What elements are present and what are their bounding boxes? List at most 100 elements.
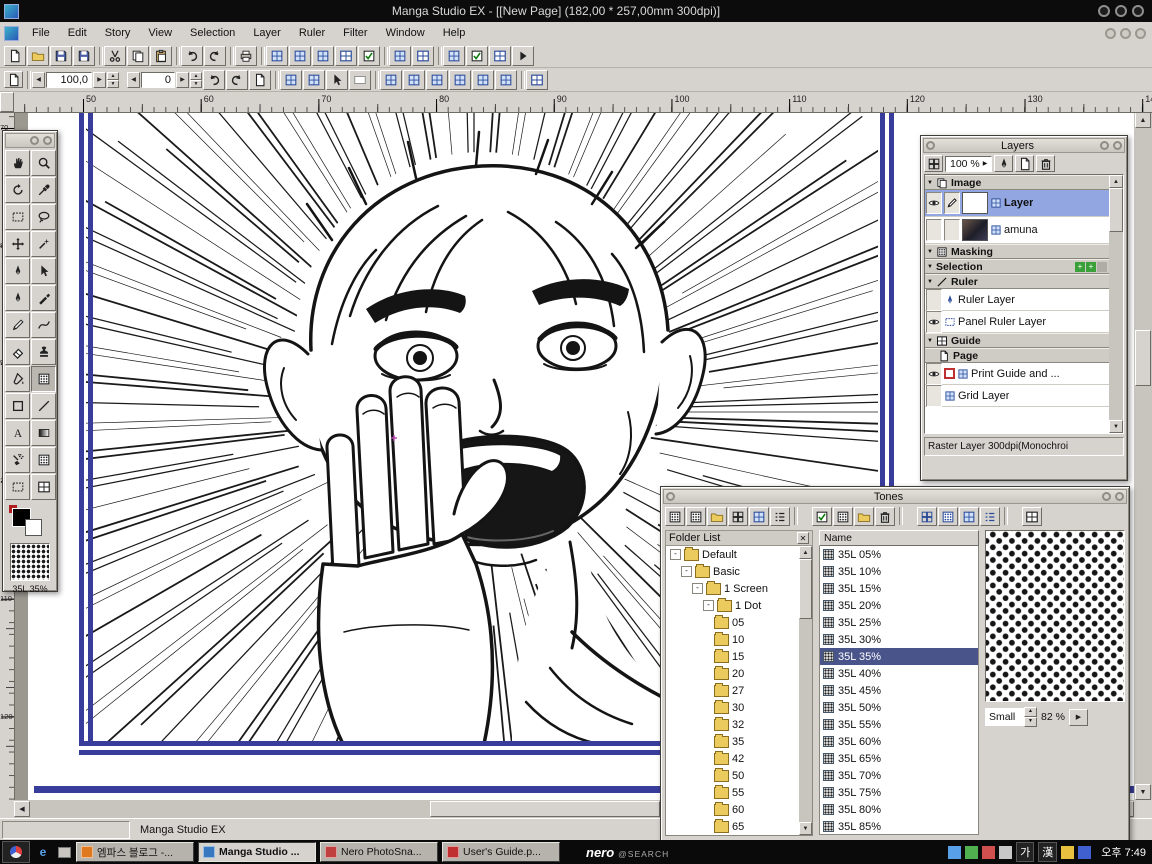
tree-node-default[interactable]: -Default: [666, 546, 799, 563]
marker[interactable]: [31, 285, 56, 311]
add-selection-icon[interactable]: +: [1075, 262, 1085, 272]
palette-menu-dot[interactable]: [926, 141, 935, 150]
snap-perspective[interactable]: [495, 70, 517, 90]
workspace[interactable]: [489, 46, 511, 66]
view-large[interactable]: [959, 507, 979, 526]
cut[interactable]: [104, 46, 126, 66]
vertical-scrollbar[interactable]: ▲ ▼: [1134, 112, 1152, 800]
actual-size[interactable]: [303, 70, 325, 90]
pattern-mode[interactable]: [686, 507, 706, 526]
rotate-canvas[interactable]: [5, 177, 30, 203]
selection-pen[interactable]: [5, 258, 30, 284]
minimize-button[interactable]: [1098, 5, 1110, 17]
undo[interactable]: [181, 46, 203, 66]
up-one-level[interactable]: [707, 507, 727, 526]
current-tone-swatch[interactable]: [10, 543, 50, 581]
page-check[interactable]: [358, 46, 380, 66]
menu-item[interactable]: Story: [96, 24, 140, 42]
layer-row-grid-layer[interactable]: Grid Layer: [925, 385, 1109, 407]
snap-tone[interactable]: [426, 70, 448, 90]
zoom-field[interactable]: 100,0: [46, 72, 92, 88]
tone-item[interactable]: 35L 55%: [820, 716, 978, 733]
tone-folder[interactable]: 27: [666, 682, 799, 699]
eyedropper[interactable]: [31, 177, 56, 203]
menu-item[interactable]: Help: [434, 24, 475, 42]
marquee[interactable]: [5, 204, 30, 230]
move[interactable]: [5, 231, 30, 257]
layer-section-ruler[interactable]: ▼Ruler: [925, 274, 1109, 289]
horizontal-ruler[interactable]: 5060708090100110120130140: [0, 92, 1152, 113]
tone-item[interactable]: 35L 75%: [820, 784, 978, 801]
palette-menu-dot[interactable]: [666, 492, 675, 501]
materials-palette[interactable]: [389, 46, 411, 66]
rotate-right-arrow[interactable]: ▶: [176, 72, 189, 88]
tone-item[interactable]: 35L 30%: [820, 631, 978, 648]
layers-scrollbar[interactable]: ▲ ▼: [1109, 175, 1123, 433]
zoom[interactable]: [31, 150, 56, 176]
tone-folder[interactable]: 65: [666, 818, 799, 835]
tone-item[interactable]: 35L 10%: [820, 563, 978, 580]
view-detail[interactable]: [980, 507, 1000, 526]
page-nav-button[interactable]: [4, 71, 23, 88]
vertical-scroll-thumb[interactable]: [1135, 330, 1151, 386]
story-editor[interactable]: [266, 46, 288, 66]
delete-layer-button[interactable]: [1036, 155, 1055, 172]
menu-item[interactable]: Window: [377, 24, 434, 42]
view-small[interactable]: [917, 507, 937, 526]
menu-item[interactable]: Ruler: [290, 24, 334, 42]
taskbar-clock[interactable]: 오후 7:49: [1101, 844, 1146, 860]
taskbar-task[interactable]: Nero PhotoSna...: [320, 842, 438, 862]
tone-item[interactable]: 35L 15%: [820, 580, 978, 597]
fill[interactable]: [5, 366, 30, 392]
tray-icon-update[interactable]: [982, 846, 995, 859]
folder-scroll-thumb[interactable]: [799, 559, 812, 619]
menu-item[interactable]: File: [23, 24, 59, 42]
background-color-swatch[interactable]: [25, 519, 42, 536]
layers-zoom-select[interactable]: 100 %▶: [945, 156, 992, 172]
paste[interactable]: [150, 46, 172, 66]
pen[interactable]: [5, 285, 30, 311]
scroll-left-button[interactable]: ◀: [14, 801, 30, 817]
new-page[interactable]: [4, 46, 26, 66]
layer-section-guide[interactable]: ▼Guide: [925, 333, 1109, 348]
print[interactable]: [235, 46, 257, 66]
menu-item[interactable]: Layer: [244, 24, 290, 42]
delete-page[interactable]: [312, 46, 334, 66]
expand-panel[interactable]: [1022, 507, 1042, 526]
close-folder-list-icon[interactable]: ✕: [797, 532, 809, 544]
tone-item[interactable]: 35L 70%: [820, 767, 978, 784]
airbrush[interactable]: [5, 447, 30, 473]
palette-close-dot[interactable]: [1113, 141, 1122, 150]
grid-view[interactable]: [749, 507, 769, 526]
thumbnail-view[interactable]: [728, 507, 748, 526]
size-down-arrow[interactable]: ▼: [1024, 717, 1037, 727]
add-page[interactable]: [289, 46, 311, 66]
snap-grid[interactable]: [380, 70, 402, 90]
visibility-eye-icon[interactable]: [926, 363, 942, 385]
rotate-view-left[interactable]: [203, 70, 225, 90]
preview-zoom-button[interactable]: ▶: [1069, 709, 1088, 726]
ruler-corner-box[interactable]: [0, 92, 14, 112]
start-button[interactable]: [2, 841, 30, 863]
layer-section-selection[interactable]: ▼Selection ++: [925, 259, 1109, 274]
expand-box[interactable]: -: [681, 566, 692, 577]
new-tone[interactable]: [833, 507, 853, 526]
palette-collapse-dot[interactable]: [30, 136, 39, 145]
window-layout[interactable]: [412, 46, 434, 66]
redo[interactable]: [204, 46, 226, 66]
expand-box[interactable]: -: [703, 600, 714, 611]
tone-folder[interactable]: 10: [666, 631, 799, 648]
apply-tone[interactable]: [812, 507, 832, 526]
fit-page[interactable]: [280, 70, 302, 90]
scroll-down-button[interactable]: ▼: [799, 822, 812, 835]
palette-close-dot[interactable]: [1115, 492, 1124, 501]
visibility-eye-icon[interactable]: [926, 311, 942, 333]
doc-restore-button[interactable]: [1120, 28, 1131, 39]
hand[interactable]: [5, 150, 30, 176]
pattern[interactable]: [31, 447, 56, 473]
doc-close-button[interactable]: [1135, 28, 1146, 39]
menu-item[interactable]: Edit: [59, 24, 96, 42]
object-selector[interactable]: [31, 258, 56, 284]
eraser[interactable]: [5, 339, 30, 365]
select-mode[interactable]: [326, 70, 348, 90]
